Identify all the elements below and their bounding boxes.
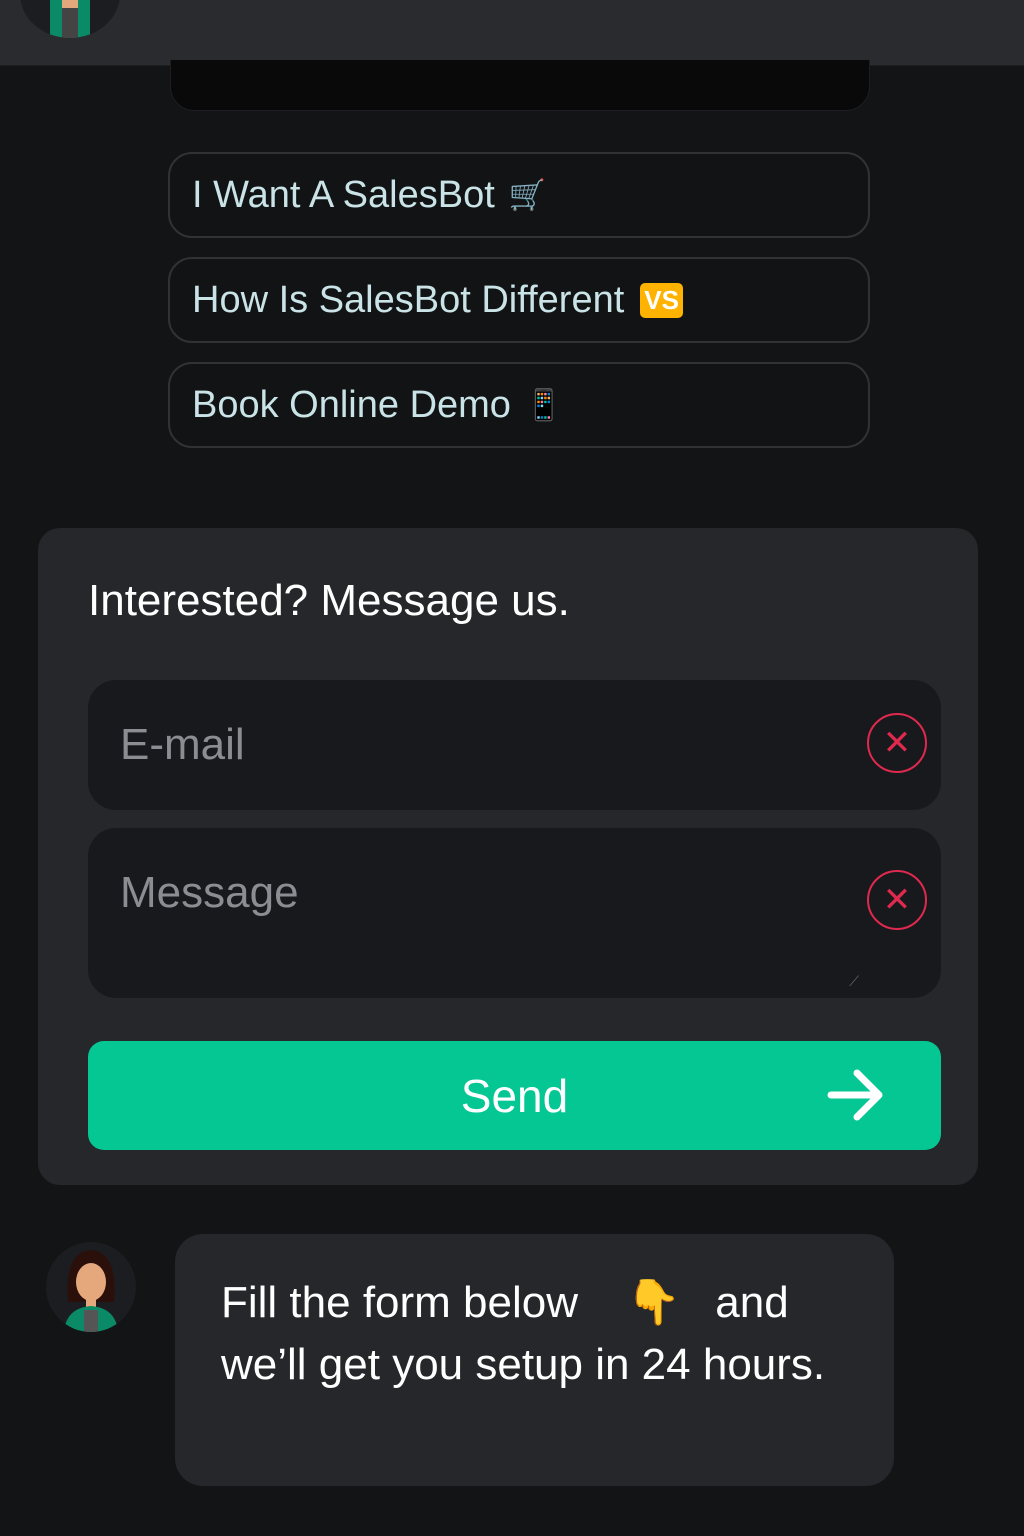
arrow-right-icon (827, 1069, 883, 1121)
quick-reply-book-demo[interactable]: Book Online Demo 📱 (168, 362, 870, 448)
contact-form: Interested? Message us. E-mail ✕ Message… (38, 528, 978, 1185)
email-placeholder: E-mail (120, 720, 245, 769)
chat-header (0, 0, 1024, 66)
phone-icon: 📱 (524, 388, 563, 422)
message-text: Fill the form below (221, 1278, 579, 1327)
bot-message-bubble: Fill the form below 👇 and we’ll get you … (175, 1234, 894, 1486)
send-label: Send (460, 1069, 569, 1122)
pointing-down-icon: 👇 (626, 1278, 682, 1327)
bot-avatar (20, 0, 120, 38)
quick-reply-label: How Is SalesBot Different (192, 278, 625, 321)
quick-reply-want-salesbot[interactable]: I Want A SalesBot 🛒 (168, 152, 870, 238)
message-textarea[interactable]: Message ✕ ⟋ (88, 828, 941, 998)
send-button[interactable]: Send (88, 1041, 941, 1150)
previous-message-bubble (170, 60, 870, 111)
cart-icon: 🛒 (508, 178, 547, 212)
message-error-clear-icon[interactable]: ✕ (867, 870, 927, 930)
message-placeholder: Message (120, 868, 299, 917)
quick-reply-label: Book Online Demo (192, 383, 511, 426)
email-input[interactable]: E-mail ✕ (88, 680, 941, 810)
quick-reply-label: I Want A SalesBot (192, 173, 495, 216)
email-error-clear-icon[interactable]: ✕ (867, 713, 927, 773)
vs-icon: VS (640, 282, 683, 318)
resize-handle-icon[interactable]: ⟋ (849, 973, 859, 990)
quick-reply-how-different[interactable]: How Is SalesBot Different VS (168, 257, 870, 343)
form-title: Interested? Message us. (88, 576, 570, 625)
bot-avatar (46, 1242, 136, 1332)
